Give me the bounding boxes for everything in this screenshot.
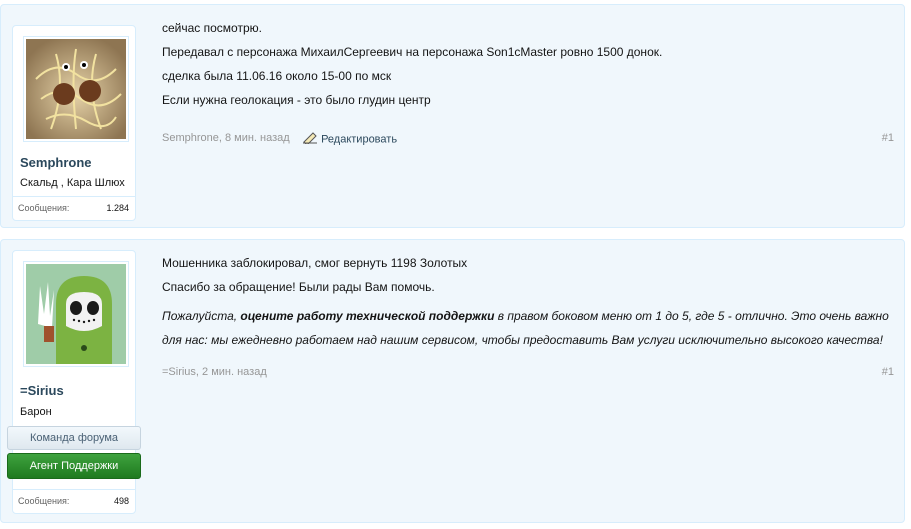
user-info-panel: Semphrone Скальд , Кара Шлюх Сообщения: … (12, 25, 136, 221)
message-content: Мошенника заблокировал, смог вернуть 119… (162, 256, 894, 361)
post-number[interactable]: #1 (882, 366, 894, 378)
avatar-image (26, 39, 126, 139)
support-agent-badge: Агент Поддержки (7, 453, 141, 479)
message-content: сейчас посмотрю. Передавал с персонажа М… (162, 21, 894, 117)
message-count-label: Сообщения: (18, 496, 70, 506)
user-title: Скальд , Кара Шлюх (20, 177, 125, 189)
post-number[interactable]: #1 (882, 132, 894, 144)
post: =Sirius Барон Команда форума Агент Подде… (0, 239, 905, 523)
message-line: сделка была 11.06.16 около 15-00 по мск (162, 69, 392, 83)
support-request-bold: оцените работу технической поддержки (240, 309, 495, 323)
message-meta: =Sirius, 2 мин. назад #1 (162, 366, 894, 378)
username[interactable]: =Sirius (20, 383, 64, 398)
avatar[interactable] (23, 36, 129, 142)
author-date[interactable]: Semphrone, 8 мин. назад (162, 132, 290, 144)
support-request-prefix: Пожалуйста, (162, 309, 241, 323)
author-date[interactable]: =Sirius, 2 мин. назад (162, 366, 267, 378)
username[interactable]: Semphrone (20, 155, 92, 170)
post: Semphrone Скальд , Кара Шлюх Сообщения: … (0, 4, 905, 228)
message-line: Спасибо за обращение! Были рады Вам помо… (162, 280, 435, 294)
message-count-label: Сообщения: (18, 203, 70, 213)
team-badge: Команда форума (7, 426, 141, 450)
message-count: Сообщения: 1.284 (13, 196, 135, 221)
avatar[interactable] (23, 261, 129, 367)
support-request: Пожалуйста, оцените работу технической п… (162, 304, 894, 352)
message-count: Сообщения: 498 (13, 489, 135, 514)
message-count-value[interactable]: 1.284 (106, 203, 129, 213)
message-count-value[interactable]: 498 (114, 496, 129, 506)
edit-label: Редактировать (321, 133, 398, 146)
edit-button[interactable]: Редактировать (302, 132, 397, 147)
message-meta: Semphrone, 8 мин. назад Редактировать #1 (162, 132, 894, 147)
avatar-image (26, 264, 126, 364)
message-line: Если нужна геолокация - это было глудин … (162, 93, 431, 107)
message-line: сейчас посмотрю. (162, 21, 262, 35)
message-line: Мошенника заблокировал, смог вернуть 119… (162, 256, 468, 270)
pencil-icon (302, 132, 318, 147)
user-info-panel: =Sirius Барон Команда форума Агент Подде… (7, 250, 141, 514)
user-title: Барон (20, 406, 52, 418)
message-line: Передавал с персонажа МихаилСергеевич на… (162, 45, 663, 59)
